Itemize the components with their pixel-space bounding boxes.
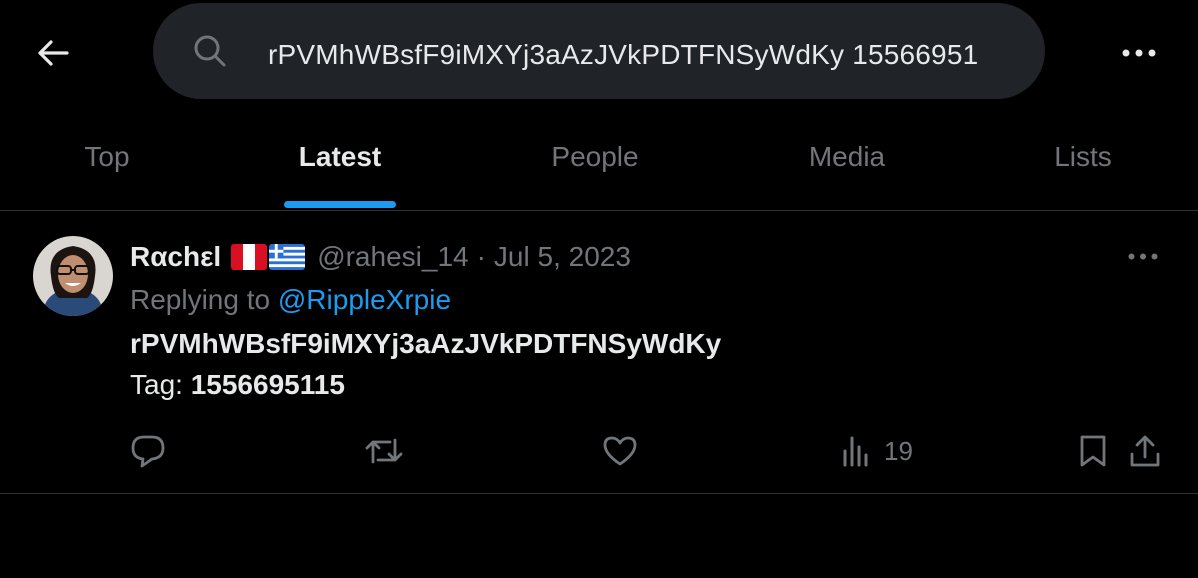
reply-icon (131, 435, 165, 468)
like-button[interactable] (602, 429, 638, 473)
avatar-image (33, 236, 113, 316)
more-icon (1122, 49, 1156, 57)
share-icon (1130, 435, 1160, 467)
post-date[interactable]: Jul 5, 2023 (494, 241, 631, 273)
views-button[interactable]: 19 (842, 429, 913, 473)
more-icon (1128, 253, 1158, 259)
back-arrow-icon (38, 40, 69, 66)
search-icon (194, 35, 226, 67)
replying-to: Replying to @RippleXrpie (130, 284, 452, 315)
share-button[interactable] (1128, 429, 1162, 473)
user-handle[interactable]: @rahesi_14 (317, 241, 468, 273)
post-text-address: rPVMhWBsfF9iMXYj3aAzJVkPDTFNSyWdKy (130, 328, 722, 359)
post[interactable]: Rαchεl @rahesi_14 · Jul 5, 2023 Replying… (0, 211, 1198, 494)
tab-latest[interactable]: Latest (280, 104, 400, 210)
tab-lists[interactable]: Lists (1035, 104, 1131, 210)
tab-top[interactable]: Top (57, 104, 157, 210)
tab-people[interactable]: People (535, 104, 655, 210)
post-text-tag: Tag: 1556695115 (130, 369, 345, 400)
tab-media[interactable]: Media (792, 104, 902, 210)
top-bar (0, 0, 1198, 104)
separator: · (476, 241, 486, 272)
back-button[interactable] (30, 32, 76, 74)
search-bar[interactable] (153, 3, 1045, 99)
flag-greece-icon (269, 244, 306, 270)
post-header: Rαchεl @rahesi_14 · Jul 5, 2023 (130, 239, 631, 275)
views-count: 19 (884, 435, 913, 466)
more-options-button[interactable] (1116, 32, 1162, 74)
active-tab-indicator (284, 201, 396, 208)
display-name[interactable]: Rαchεl (130, 241, 221, 273)
reply-button[interactable] (130, 429, 166, 473)
search-tabs: Top Latest People Media Lists (0, 104, 1198, 211)
post-more-button[interactable] (1120, 241, 1166, 271)
avatar[interactable] (33, 236, 113, 316)
flag-peru-icon (231, 244, 268, 270)
tag-value: 1556695115 (190, 369, 345, 400)
bookmark-button[interactable] (1078, 429, 1108, 473)
repost-icon (365, 438, 403, 464)
replying-to-mention[interactable]: @RippleXrpie (278, 284, 451, 315)
views-icon (843, 436, 868, 467)
bookmark-icon (1080, 435, 1106, 467)
search-input[interactable] (268, 29, 1028, 81)
repost-button[interactable] (364, 429, 404, 473)
like-icon (603, 436, 637, 466)
